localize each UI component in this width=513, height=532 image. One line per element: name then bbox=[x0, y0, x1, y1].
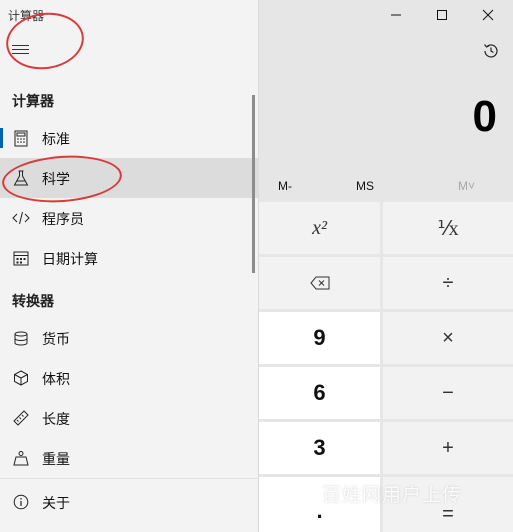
subtract-button[interactable]: − bbox=[383, 367, 513, 419]
minimize-icon bbox=[391, 14, 401, 16]
navigation-pane: 计算器 计算器 标准 科学 程序员 日期计算 转换器 货币 体积 长度 重量 关… bbox=[0, 0, 259, 532]
app-title: 计算器 bbox=[8, 9, 45, 23]
nav-item-about[interactable]: 关于 bbox=[0, 482, 258, 522]
nav-item-standard[interactable]: 标准 bbox=[0, 118, 258, 158]
nav-item-scientific[interactable]: 科学 bbox=[0, 158, 258, 198]
section-header-calculator: 计算器 bbox=[12, 94, 54, 110]
result-display: 0 bbox=[472, 92, 497, 141]
section-header-converter: 转换器 bbox=[12, 294, 54, 310]
hamburger-menu-button[interactable] bbox=[12, 42, 32, 58]
nav-item-label: 货币 bbox=[42, 332, 70, 348]
watermark: 百姓网用户上传 bbox=[322, 484, 463, 506]
multiply-button[interactable]: × bbox=[383, 312, 513, 364]
square-button[interactable]: x² bbox=[259, 202, 380, 254]
close-icon bbox=[482, 9, 494, 21]
nav-item-label: 科学 bbox=[42, 172, 70, 188]
nav-item-label: 体积 bbox=[42, 372, 70, 388]
backspace-button[interactable] bbox=[259, 257, 380, 309]
divide-button[interactable]: ÷ bbox=[383, 257, 513, 309]
close-button[interactable] bbox=[465, 0, 511, 30]
nav-item-label: 标准 bbox=[42, 132, 70, 148]
flask-icon bbox=[12, 169, 30, 187]
memory-subtract-button[interactable]: M- bbox=[278, 179, 292, 193]
minimize-button[interactable] bbox=[373, 0, 419, 30]
coins-icon bbox=[12, 329, 30, 347]
nav-item-weight[interactable]: 重量 bbox=[0, 438, 258, 468]
memory-row: M- MS M˅ bbox=[258, 176, 513, 198]
nav-divider bbox=[0, 478, 258, 479]
nav-item-length[interactable]: 长度 bbox=[0, 398, 258, 438]
nav-item-label: 程序员 bbox=[42, 212, 84, 228]
history-button[interactable] bbox=[477, 38, 505, 64]
info-icon bbox=[12, 493, 30, 511]
ruler-icon bbox=[12, 409, 30, 427]
hamburger-line bbox=[12, 49, 29, 50]
nav-item-label: 关于 bbox=[42, 496, 70, 512]
memory-store-button[interactable]: MS bbox=[356, 179, 374, 193]
hamburger-line bbox=[12, 53, 29, 54]
digit-6-button[interactable]: 6 bbox=[259, 367, 380, 419]
scrollbar[interactable] bbox=[252, 95, 255, 273]
backspace-icon bbox=[309, 276, 329, 290]
nav-item-programmer[interactable]: 程序员 bbox=[0, 198, 258, 238]
maximize-icon bbox=[437, 10, 447, 20]
nav-item-label: 长度 bbox=[42, 412, 70, 428]
digit-3-button[interactable]: 3 bbox=[259, 422, 380, 474]
code-icon bbox=[12, 209, 30, 227]
calendar-icon bbox=[12, 249, 30, 267]
add-button[interactable]: + bbox=[383, 422, 513, 474]
nav-item-currency[interactable]: 货币 bbox=[0, 318, 258, 358]
reciprocal-button[interactable]: ⅟x bbox=[383, 202, 513, 254]
nav-item-date-calculation[interactable]: 日期计算 bbox=[0, 238, 258, 278]
calculator-icon bbox=[12, 129, 30, 147]
maximize-button[interactable] bbox=[419, 0, 465, 30]
hamburger-line bbox=[12, 45, 29, 46]
memory-view-button: M˅ bbox=[458, 179, 476, 193]
weight-icon bbox=[12, 449, 30, 467]
nav-item-label: 重量 bbox=[42, 452, 70, 468]
cube-icon bbox=[12, 369, 30, 387]
nav-item-label: 日期计算 bbox=[42, 252, 98, 268]
history-icon bbox=[484, 44, 498, 58]
nav-item-volume[interactable]: 体积 bbox=[0, 358, 258, 398]
digit-9-button[interactable]: 9 bbox=[259, 312, 380, 364]
